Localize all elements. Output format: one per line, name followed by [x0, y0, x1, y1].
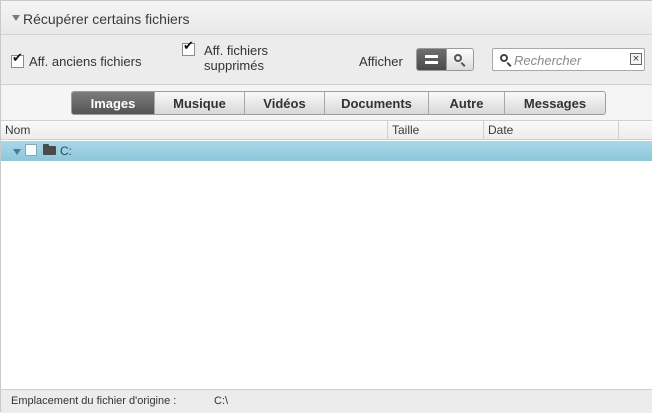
options-bar: Aff. anciens fichiers Aff. fichiers supp… [1, 35, 652, 85]
view-toggle[interactable] [416, 48, 474, 71]
tab-autre[interactable]: Autre [428, 92, 504, 114]
show-old-files-checkbox[interactable] [11, 51, 24, 68]
tab-videos[interactable]: Vidéos [244, 92, 324, 114]
section-title: Récupérer certains fichiers [23, 11, 190, 27]
list-view-button[interactable] [417, 49, 446, 70]
clear-icon[interactable]: × [630, 53, 642, 65]
search-field[interactable]: Rechercher × [492, 48, 645, 71]
original-location-label: Emplacement du fichier d'origine : [11, 395, 177, 407]
restore-panel: Récupérer certains fichiers Aff. anciens… [0, 0, 652, 413]
search-placeholder[interactable]: Rechercher [514, 53, 581, 68]
search-view-button[interactable] [446, 49, 473, 70]
status-bar: Emplacement du fichier d'origine : C:\ [1, 389, 652, 413]
search-icon [500, 54, 508, 62]
column-size[interactable]: Taille [392, 123, 419, 137]
collapse-arrow-icon[interactable] [12, 15, 20, 21]
table-header: Nom Taille Date [1, 121, 652, 140]
column-date[interactable]: Date [488, 123, 513, 137]
show-old-files-label[interactable]: Aff. anciens fichiers [29, 55, 141, 69]
expand-arrow-icon[interactable] [13, 149, 21, 155]
view-label: Afficher [359, 54, 403, 69]
show-deleted-files-label-line1[interactable]: Aff. fichiers [204, 44, 268, 58]
category-tabs: Images Musique Vidéos Documents Autre Me… [71, 91, 606, 115]
original-location-value: C:\ [214, 395, 229, 407]
magnifier-icon [454, 54, 462, 62]
column-divider[interactable] [483, 121, 484, 140]
tab-messages[interactable]: Messages [504, 92, 605, 114]
tree-row[interactable]: C: [1, 141, 652, 161]
show-deleted-files-label-line2[interactable]: supprimés [204, 59, 264, 73]
row-checkbox[interactable] [25, 144, 37, 156]
tab-musique[interactable]: Musique [154, 92, 244, 114]
section-header[interactable]: Récupérer certains fichiers [1, 1, 652, 35]
column-name[interactable]: Nom [5, 123, 30, 137]
category-tabs-row: Images Musique Vidéos Documents Autre Me… [1, 85, 652, 121]
tab-images[interactable]: Images [72, 92, 154, 114]
list-view-icon [425, 55, 438, 58]
drive-label: C: [60, 144, 72, 158]
column-divider[interactable] [618, 121, 619, 140]
column-divider[interactable] [387, 121, 388, 140]
show-deleted-files-checkbox[interactable] [182, 39, 195, 56]
tab-documents[interactable]: Documents [324, 92, 428, 114]
folder-icon [43, 144, 56, 155]
